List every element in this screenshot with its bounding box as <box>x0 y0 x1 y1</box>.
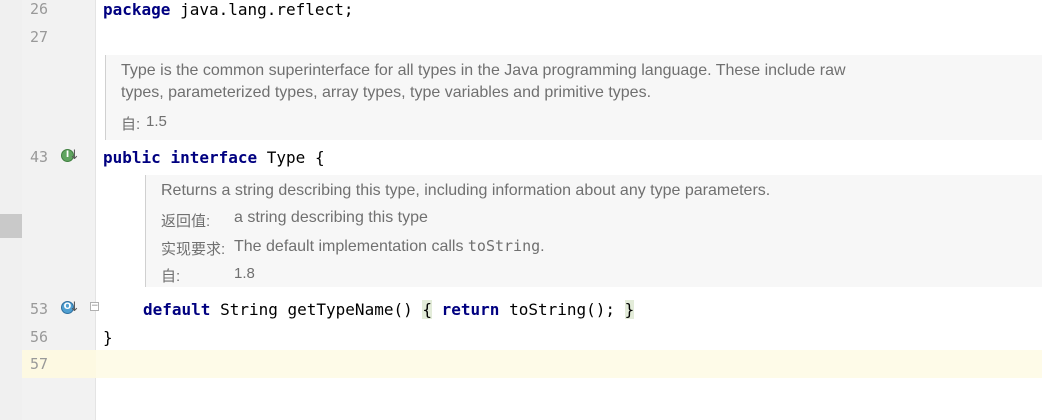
code-line-43[interactable]: public interface Type { <box>103 148 325 167</box>
code-line-26[interactable]: package java.lang.reflect; <box>103 0 353 19</box>
doc-type-since-value: 1.5 <box>146 113 167 130</box>
package-name: java.lang.reflect; <box>170 0 354 19</box>
code-line-53[interactable]: default String getTypeName() { return to… <box>143 300 635 319</box>
doc-impl-prefix: The default implementation calls <box>234 238 468 255</box>
doc-type-since-label: 自: <box>121 116 141 133</box>
line-number-53: 53 <box>29 300 48 318</box>
code-line-57[interactable] <box>103 355 1042 377</box>
type-name: Type <box>257 148 315 167</box>
left-edge-strip <box>0 0 22 420</box>
doc-impl-label: 实现要求: <box>161 241 226 258</box>
keyword: default <box>143 300 211 319</box>
line-number-57: 57 <box>29 355 48 373</box>
scroll-marker[interactable] <box>0 214 22 238</box>
doc-impl-suffix: . <box>540 238 545 255</box>
open-brace: { <box>314 148 325 167</box>
line-number-27: 27 <box>29 28 48 46</box>
open-brace: { <box>422 300 432 319</box>
line-number-56: 56 <box>29 328 48 346</box>
keyword: interface <box>170 148 258 167</box>
doc-type-line-2: types, parameterized types, array types,… <box>121 84 652 101</box>
line-number-26: 26 <box>29 0 48 18</box>
doc-returns-value: a string describing this type <box>234 209 428 226</box>
keyword: package <box>103 0 171 19</box>
fold-toggle-icon[interactable]: − <box>90 302 99 311</box>
doc-type-line-1: Type is the common superinterface for al… <box>121 62 846 79</box>
close-brace: } <box>103 328 113 347</box>
code-line-56[interactable]: } <box>103 328 113 347</box>
doc-impl-code: toString <box>467 237 541 255</box>
doc-method-since-value: 1.8 <box>234 265 255 282</box>
doc-method-summary: Returns a string describing this type, i… <box>161 182 771 199</box>
down-arrow-icon[interactable]: ↓ <box>69 301 80 314</box>
close-brace: } <box>624 300 635 319</box>
keyword: public <box>103 148 161 167</box>
method-body: toString(); <box>499 300 625 319</box>
keyword: return <box>441 300 500 319</box>
method-signature: String getTypeName() <box>210 300 423 319</box>
doc-method-since-label: 自: <box>161 268 181 285</box>
line-number-43: 43 <box>29 148 48 166</box>
doc-impl-value: The default implementation calls toStrin… <box>234 237 545 256</box>
doc-returns-label: 返回值: <box>161 213 211 230</box>
down-arrow-icon[interactable]: ↓ <box>69 149 80 162</box>
